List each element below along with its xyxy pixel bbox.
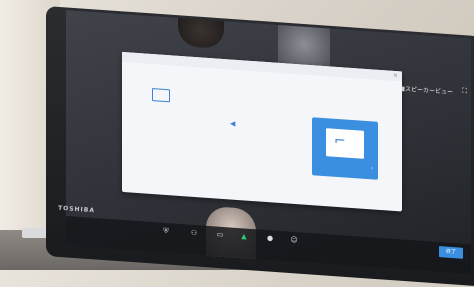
toolbar-item-participants[interactable]: ⚇ [182,228,206,238]
chevron-right-icon: › [371,165,373,172]
end-meeting-button[interactable]: 終了 [439,246,463,259]
chat-icon: ▭ [216,230,224,240]
toolbar-item-record[interactable]: ● [258,233,282,243]
share-screen-icon: ▲ [241,232,247,241]
speaker-icon: ◀ [230,119,236,128]
monitor-icon[interactable] [152,88,170,103]
laptop-screen: ■スピーカービュー ⛶ × ◀ ⌐ › ⛨ ⚇ ▭ ▲ ● ☺ 終了 [66,10,471,275]
close-icon[interactable]: × [393,72,398,79]
whiteboard-icon: ⌐ [334,132,346,150]
shield-icon: ⛨ [163,226,169,236]
toolbar-item-share-screen[interactable]: ▲ [232,232,256,242]
reaction-icon: ☺ [290,235,298,245]
record-icon: ● [266,234,274,243]
fullscreen-icon[interactable]: ⛶ [462,87,467,96]
toolbar-item-reactions[interactable]: ☺ [282,235,306,245]
toolbar-item-chat[interactable]: ▭ [208,230,232,240]
participant-video-right [278,24,330,69]
share-screen-dialog: × ◀ ⌐ › [122,51,402,212]
people-icon: ⚇ [190,228,198,238]
option-preview: ⌐ [326,128,364,159]
screen-option-card[interactable]: ⌐ › [312,117,378,180]
toolbar-item-security[interactable]: ⛨ [154,226,178,237]
